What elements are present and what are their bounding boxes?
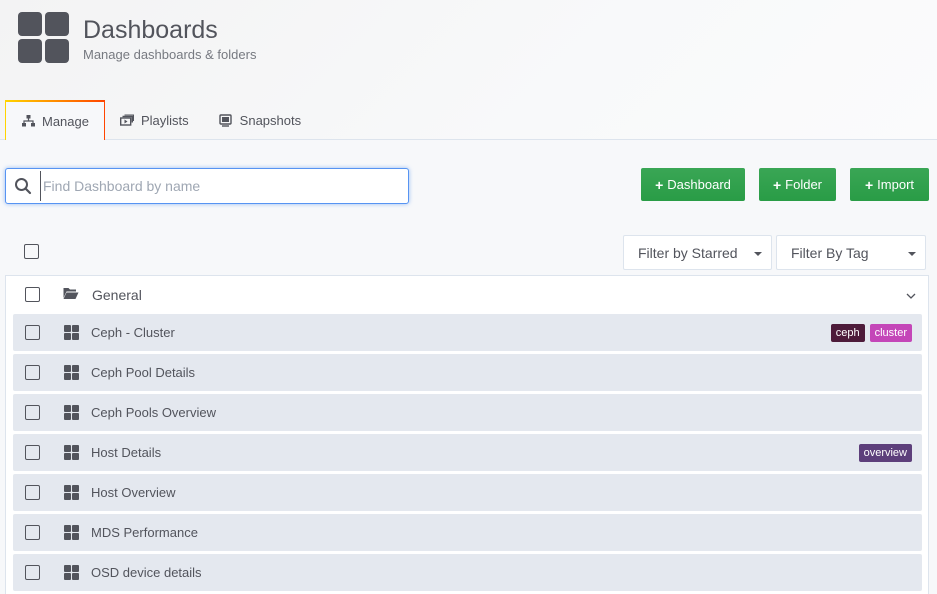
new-folder-label: Folder [785, 177, 823, 192]
search-box [5, 168, 409, 204]
dashboard-row[interactable]: Host Details overview [13, 434, 922, 471]
dashboard-checkbox[interactable] [25, 525, 40, 540]
plus-icon: + [772, 176, 782, 193]
plus-icon: + [655, 176, 664, 193]
new-dashboard-button[interactable]: + Dashboard [641, 168, 745, 201]
tab-bar: Manage Playlists Snapshots [5, 100, 316, 141]
filter-starred-select[interactable]: Filter by Starred [623, 235, 772, 270]
dashboard-title: OSD device details [91, 565, 202, 580]
dashboard-checkbox[interactable] [25, 445, 40, 460]
dashboard-row[interactable]: Ceph - Cluster ceph cluster [13, 314, 922, 351]
dashboard-icon [64, 405, 79, 420]
dashboard-checkbox[interactable] [25, 325, 40, 340]
caret-down-icon [908, 252, 916, 256]
dashboard-title: Ceph Pools Overview [91, 405, 216, 420]
page-title: Dashboards [83, 16, 218, 44]
tag-badge[interactable]: overview [858, 444, 912, 462]
dashboard-icon [64, 565, 79, 580]
chevron-down-icon[interactable] [906, 288, 916, 306]
dashboard-row[interactable]: Ceph Pool Details [13, 354, 922, 391]
dashboard-list: General Ceph - Cluster ceph cluster Ceph… [5, 275, 929, 594]
import-label: Import [877, 177, 915, 192]
dashboard-row[interactable]: MDS Performance [13, 514, 922, 551]
tab-snapshots[interactable]: Snapshots [204, 100, 316, 140]
folder-checkbox[interactable] [25, 287, 40, 302]
dashboards-logo-icon [18, 12, 70, 64]
tab-snapshots-label: Snapshots [239, 112, 302, 128]
snapshot-icon [219, 113, 233, 127]
dashboard-row[interactable]: Ceph Pools Overview [13, 394, 922, 431]
filter-tag-select[interactable]: Filter By Tag [776, 235, 926, 270]
dashboard-row[interactable]: Host Overview [13, 474, 922, 511]
filter-starred-label: Filter by Starred [638, 244, 738, 261]
tab-manage-label: Manage [42, 113, 89, 129]
dashboard-icon [64, 325, 79, 340]
new-folder-button[interactable]: + Folder [759, 168, 836, 201]
dashboard-row[interactable]: OSD device details [13, 554, 922, 591]
tag-badge[interactable]: ceph [830, 324, 865, 342]
tag-list: overview [858, 444, 912, 462]
tab-playlists-label: Playlists [140, 112, 189, 128]
dashboard-title: Ceph Pool Details [91, 365, 196, 380]
dashboard-icon [64, 485, 79, 500]
dashboard-checkbox[interactable] [25, 565, 40, 580]
plus-icon: + [864, 176, 874, 193]
dashboard-title: Host Overview [91, 485, 176, 500]
folder-open-icon [63, 287, 79, 305]
tab-playlists[interactable]: Playlists [105, 100, 204, 140]
select-all-checkbox[interactable] [24, 244, 39, 259]
search-icon [6, 169, 40, 203]
dashboard-title: MDS Performance [91, 525, 198, 540]
dashboard-title: Host Details [91, 445, 162, 460]
tag-list: ceph cluster [830, 324, 912, 342]
tab-manage[interactable]: Manage [5, 100, 105, 141]
filter-tag-label: Filter By Tag [791, 244, 869, 261]
search-input[interactable] [40, 171, 400, 201]
tag-badge[interactable]: cluster [869, 324, 912, 342]
import-button[interactable]: + Import [850, 168, 929, 201]
folder-row-general[interactable]: General [6, 276, 928, 313]
dashboard-checkbox[interactable] [25, 365, 40, 380]
caret-down-icon [754, 252, 762, 256]
folder-label: General [92, 287, 142, 303]
dashboard-title: Ceph - Cluster [91, 325, 175, 340]
sitemap-icon [21, 114, 35, 128]
page-header: Dashboards Manage dashboards & folders M… [0, 0, 937, 141]
dashboard-icon [64, 445, 79, 460]
dashboard-icon [64, 365, 79, 380]
dashboard-icon [64, 525, 79, 540]
new-dashboard-label: Dashboard [667, 177, 731, 192]
page-subtitle: Manage dashboards & folders [83, 47, 257, 62]
dashboard-checkbox[interactable] [25, 405, 40, 420]
playlist-icon [119, 113, 134, 127]
dashboard-checkbox[interactable] [25, 485, 40, 500]
